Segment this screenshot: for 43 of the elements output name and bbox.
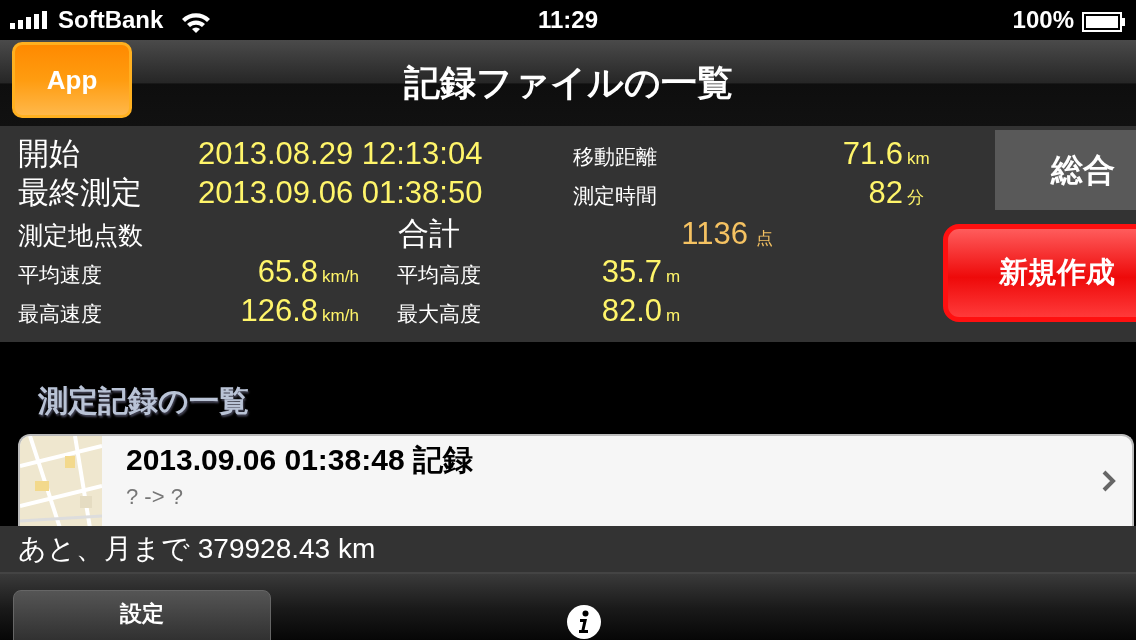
stat-label: 開始: [18, 136, 80, 171]
stat-label: 測定時間: [573, 184, 657, 207]
overall-button[interactable]: 総合: [995, 130, 1136, 210]
battery-icon: [1082, 11, 1126, 32]
chevron-right-icon: [1102, 470, 1116, 492]
settings-button[interactable]: 設定: [13, 590, 271, 640]
unit-label: 点: [756, 229, 773, 248]
stat-value: 35.7: [601, 254, 662, 289]
total-label: 合計: [398, 216, 460, 251]
screen-title: 記録ファイルの一覧: [403, 62, 733, 103]
carrier-name: SoftBank: [58, 5, 164, 35]
stat-value: 2013.08.29 12:13:04: [198, 136, 483, 171]
stat-value: 126.8: [240, 293, 318, 328]
unit-label: m: [666, 267, 681, 286]
record-row[interactable]: 2013.09.06 01:38:48 記録 ? -> ?: [18, 434, 1134, 526]
stat-label: 平均高度: [397, 263, 481, 286]
unit-label: km/h: [322, 267, 359, 286]
stat-value: 82.0: [601, 293, 662, 328]
stat-value: 2013.09.06 01:38:50: [198, 175, 483, 210]
stat-label: 最高速度: [18, 302, 102, 325]
stat-label: 最大高度: [397, 302, 481, 325]
stat-value: 71.6: [842, 136, 903, 171]
record-subtitle: ? -> ?: [126, 484, 183, 509]
unit-label: 分: [907, 188, 924, 207]
battery-percent: 100%: [1012, 5, 1074, 35]
stat-label: 移動距離: [573, 145, 657, 168]
section-title: 測定記録の一覧: [38, 384, 249, 417]
info-icon[interactable]: [566, 604, 602, 640]
signal-icon: [10, 11, 50, 29]
record-title: 2013.09.06 01:38:48 記録: [126, 443, 473, 476]
distance-to-moon-text: あと、月まで 379928.43 km: [18, 533, 376, 564]
wifi-icon: [181, 10, 212, 33]
unit-label: km: [907, 149, 930, 168]
stat-label: 最終測定: [18, 175, 142, 210]
clock: 11:29: [537, 6, 599, 33]
stat-value: 82: [868, 175, 903, 210]
stat-label: 平均速度: [18, 263, 102, 286]
stat-value: 65.8: [257, 254, 318, 289]
stat-label: 測定地点数: [18, 221, 143, 249]
new-record-button[interactable]: 新規作成: [943, 224, 1136, 322]
unit-label: km/h: [322, 306, 359, 325]
point-count: 1136: [681, 216, 748, 251]
unit-label: m: [666, 306, 681, 325]
